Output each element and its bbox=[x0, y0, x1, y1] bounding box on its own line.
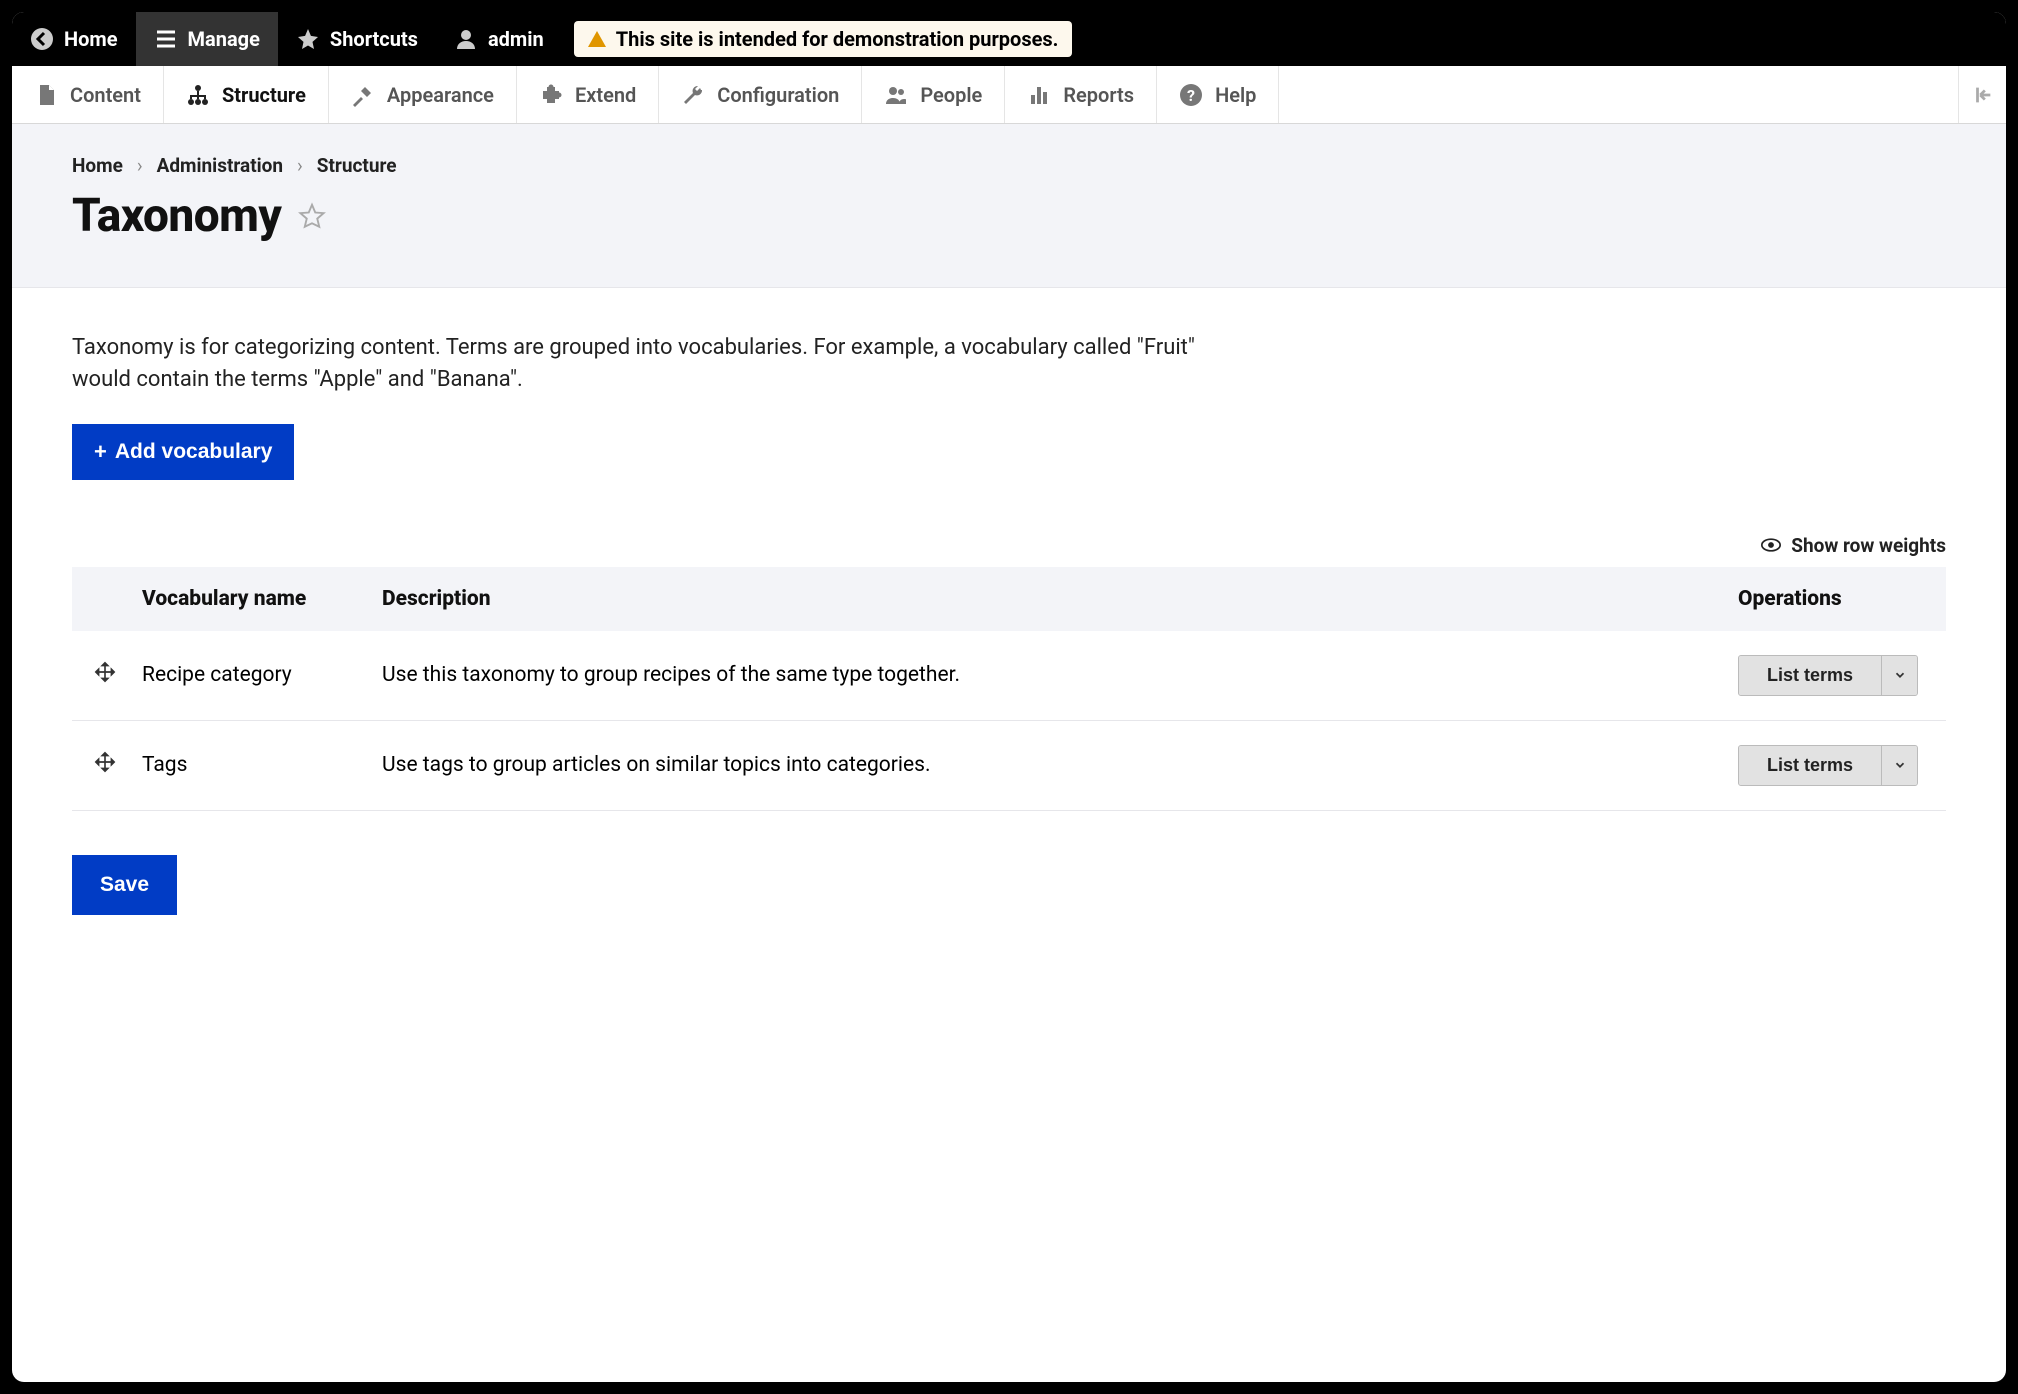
add-vocabulary-button[interactable]: + Add vocabulary bbox=[72, 424, 294, 480]
table-row: Recipe category Use this taxonomy to gro… bbox=[72, 631, 1946, 721]
operations-dropbutton: List terms bbox=[1738, 745, 1918, 786]
menu-content-label: Content bbox=[70, 83, 141, 107]
menu-reports[interactable]: Reports bbox=[1005, 66, 1157, 123]
toolbar-home-label: Home bbox=[64, 27, 118, 51]
svg-text:?: ? bbox=[1187, 86, 1195, 105]
top-toolbar: Home Manage Shortcuts admin This site is… bbox=[12, 12, 2006, 66]
list-terms-button[interactable]: List terms bbox=[1739, 746, 1881, 785]
toolbar-home[interactable]: Home bbox=[12, 12, 136, 66]
wrench-icon bbox=[681, 83, 705, 107]
star-outline-icon[interactable] bbox=[297, 201, 327, 231]
menu-appearance[interactable]: Appearance bbox=[329, 66, 517, 123]
eye-icon bbox=[1761, 538, 1781, 552]
operations-menu-toggle[interactable] bbox=[1881, 746, 1917, 785]
toolbar-manage[interactable]: Manage bbox=[136, 12, 278, 66]
header-region: Home › Administration › Structure Taxono… bbox=[12, 124, 2006, 288]
toolbar-user-label: admin bbox=[488, 27, 544, 51]
menu-help[interactable]: ? Help bbox=[1157, 66, 1279, 123]
hamburger-icon bbox=[154, 27, 178, 51]
table-row: Tags Use tags to group articles on simil… bbox=[72, 720, 1946, 810]
operations-menu-toggle[interactable] bbox=[1881, 656, 1917, 695]
menu-help-label: Help bbox=[1215, 83, 1256, 107]
menu-extend-label: Extend bbox=[575, 83, 636, 107]
back-circle-icon bbox=[30, 27, 54, 51]
breadcrumb-home[interactable]: Home bbox=[72, 154, 123, 177]
list-terms-button[interactable]: List terms bbox=[1739, 656, 1881, 695]
add-vocabulary-label: Add vocabulary bbox=[115, 440, 273, 464]
menu-content[interactable]: Content bbox=[12, 66, 164, 123]
menu-people[interactable]: People bbox=[862, 66, 1005, 123]
hierarchy-icon bbox=[186, 83, 210, 107]
menu-configuration[interactable]: Configuration bbox=[659, 66, 862, 123]
person-icon bbox=[454, 27, 478, 51]
toolbar-shortcuts[interactable]: Shortcuts bbox=[278, 12, 436, 66]
document-icon bbox=[34, 83, 58, 107]
breadcrumb-structure[interactable]: Structure bbox=[317, 154, 397, 177]
toolbar-shortcuts-label: Shortcuts bbox=[330, 27, 418, 51]
toolbar-manage-label: Manage bbox=[188, 27, 260, 51]
help-icon: ? bbox=[1179, 83, 1203, 107]
menu-appearance-label: Appearance bbox=[387, 83, 494, 107]
menu-structure-label: Structure bbox=[222, 83, 306, 107]
vocab-name: Recipe category bbox=[120, 631, 360, 721]
drag-handle-icon[interactable] bbox=[94, 661, 116, 683]
vocab-description: Use this taxonomy to group recipes of th… bbox=[360, 631, 1716, 721]
chevron-right-icon: › bbox=[297, 154, 303, 177]
menu-structure[interactable]: Structure bbox=[164, 66, 329, 123]
menu-configuration-label: Configuration bbox=[717, 83, 839, 107]
drag-handle-icon[interactable] bbox=[94, 751, 116, 773]
breadcrumb: Home › Administration › Structure bbox=[72, 154, 1946, 177]
demo-banner-text: This site is intended for demonstration … bbox=[616, 27, 1059, 51]
menu-collapse[interactable] bbox=[1958, 66, 2006, 123]
puzzle-icon bbox=[539, 83, 563, 107]
toolbar-user[interactable]: admin bbox=[436, 12, 562, 66]
collapse-left-icon bbox=[1972, 84, 1994, 106]
demo-banner: This site is intended for demonstration … bbox=[574, 21, 1073, 57]
chevron-down-icon bbox=[1893, 758, 1907, 772]
page-title: Taxonomy bbox=[72, 189, 281, 243]
chevron-down-icon bbox=[1893, 668, 1907, 682]
menu-people-label: People bbox=[920, 83, 982, 107]
admin-menu: Content Structure Appearance Extend Conf… bbox=[12, 66, 2006, 124]
people-icon bbox=[884, 83, 908, 107]
show-row-weights-label: Show row weights bbox=[1791, 534, 1946, 557]
content-region: Taxonomy is for categorizing content. Te… bbox=[12, 288, 2006, 1382]
bar-chart-icon bbox=[1027, 83, 1051, 107]
th-description: Description bbox=[360, 567, 1716, 631]
operations-dropbutton: List terms bbox=[1738, 655, 1918, 696]
show-row-weights-toggle[interactable]: Show row weights bbox=[72, 534, 1946, 557]
th-name: Vocabulary name bbox=[120, 567, 360, 631]
th-operations: Operations bbox=[1716, 567, 1946, 631]
menu-extend[interactable]: Extend bbox=[517, 66, 659, 123]
vocabulary-table: Vocabulary name Description Operations R… bbox=[72, 567, 1946, 811]
warning-icon bbox=[588, 31, 606, 47]
save-button[interactable]: Save bbox=[72, 855, 177, 915]
intro-text: Taxonomy is for categorizing content. Te… bbox=[72, 332, 1242, 396]
chevron-right-icon: › bbox=[137, 154, 143, 177]
star-icon bbox=[296, 27, 320, 51]
vocab-description: Use tags to group articles on similar to… bbox=[360, 720, 1716, 810]
plus-icon: + bbox=[94, 441, 107, 463]
menu-reports-label: Reports bbox=[1063, 83, 1134, 107]
vocab-name: Tags bbox=[120, 720, 360, 810]
breadcrumb-administration[interactable]: Administration bbox=[157, 154, 283, 177]
gavel-icon bbox=[351, 83, 375, 107]
